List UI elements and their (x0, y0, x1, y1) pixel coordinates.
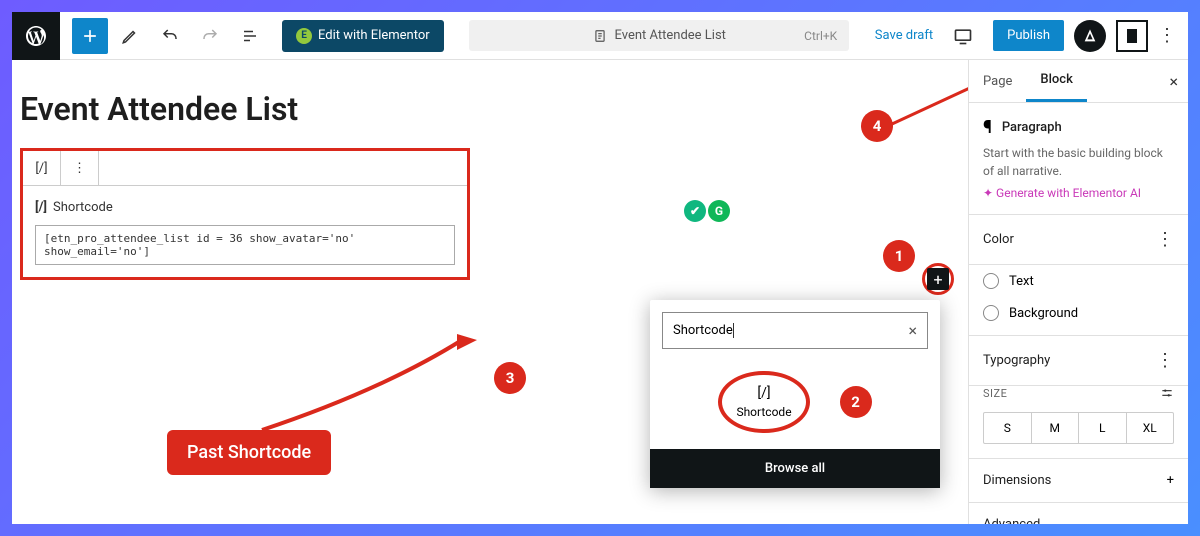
close-sidebar-icon[interactable]: × (1169, 72, 1178, 91)
size-s[interactable]: S (984, 413, 1032, 443)
annotation-arrow-3 (232, 330, 492, 440)
shortcode-text: Shortcode (53, 200, 113, 215)
wordpress-logo[interactable] (12, 12, 60, 60)
document-outline-button[interactable] (232, 18, 268, 54)
color-section-header[interactable]: Color ⋮ (969, 215, 1188, 265)
size-buttons: S M L XL (983, 412, 1174, 444)
undo-button[interactable] (152, 18, 188, 54)
block-search-input[interactable]: Shortcode × (662, 312, 928, 349)
size-m[interactable]: M (1032, 413, 1080, 443)
annotation-badge-2: 2 (840, 386, 872, 418)
advanced-title: Advanced (983, 517, 1040, 524)
document-icon (593, 29, 607, 43)
text-color-swatch[interactable] (983, 273, 999, 289)
preview-button[interactable] (945, 18, 981, 54)
bg-color-label: Background (1009, 306, 1078, 321)
annotation-badge-1: 1 (883, 240, 915, 272)
elementor-label: Edit with Elementor (318, 28, 430, 43)
dimensions-section[interactable]: Dimensions + (969, 459, 1188, 503)
plus-icon[interactable]: + (1167, 473, 1174, 488)
shortcode-result-highlight[interactable]: [/] Shortcode (718, 371, 809, 433)
advanced-section[interactable]: Advanced ⌄ (969, 503, 1188, 524)
redo-button[interactable] (192, 18, 228, 54)
save-draft-link[interactable]: Save draft (875, 28, 933, 43)
block-inserter-popup: Shortcode × [/] Shortcode 2 Browse all (650, 300, 940, 488)
add-block-inline[interactable]: + (922, 263, 954, 295)
shortcode-block-highlight: [/] ⋮ [/] Shortcode [etn_pro_attendee_li… (20, 148, 470, 280)
helper-badges-top: ✔ G (684, 200, 730, 222)
typography-options-icon[interactable]: ⋮ (1156, 350, 1174, 371)
tab-block[interactable]: Block (1026, 60, 1086, 102)
size-label: SIZE (983, 387, 1007, 400)
paragraph-icon: ¶ (983, 117, 992, 138)
typography-section-header[interactable]: Typography ⋮ (969, 336, 1188, 386)
search-value: Shortcode (673, 323, 733, 338)
dimensions-title: Dimensions (983, 473, 1051, 488)
color-title: Color (983, 232, 1014, 247)
annotation-label: Past Shortcode (167, 430, 331, 475)
grammarly-icon[interactable]: G (708, 200, 730, 222)
size-xl[interactable]: XL (1127, 413, 1174, 443)
typography-title: Typography (983, 353, 1050, 368)
shortcode-result-label: Shortcode (736, 405, 791, 419)
page-title-bar[interactable]: Event Attendee List Ctrl+K (469, 20, 849, 51)
shortcode-input[interactable]: [etn_pro_attendee_list id = 36 show_avat… (35, 225, 455, 265)
chevron-down-icon[interactable]: ⌄ (1163, 517, 1174, 524)
edit-icon[interactable] (112, 18, 148, 54)
yoast-icon[interactable]: ✔ (684, 200, 706, 222)
annotation-badge-3: 3 (494, 362, 526, 394)
astra-icon[interactable] (1074, 20, 1106, 52)
block-description: Start with the basic building block of a… (983, 144, 1174, 180)
shortcode-icon-cell[interactable]: [/] (23, 151, 61, 185)
annotation-badge-4: 4 (861, 110, 893, 142)
block-options-cell[interactable]: ⋮ (61, 151, 99, 185)
top-toolbar: E Edit with Elementor Event Attendee Lis… (12, 12, 1188, 60)
block-info-panel: ¶ Paragraph Start with the basic buildin… (969, 103, 1188, 215)
size-l[interactable]: L (1079, 413, 1127, 443)
shortcode-bracket-icon: [/] (35, 200, 47, 215)
settings-sidebar: Page Block × ¶ Paragraph Start with the … (968, 60, 1188, 524)
clear-search-icon[interactable]: × (908, 321, 917, 340)
more-options-button[interactable]: ⋮ (1158, 25, 1176, 46)
add-block-button[interactable] (72, 18, 108, 54)
block-type-name: Paragraph (1002, 120, 1062, 135)
bg-color-swatch[interactable] (983, 305, 999, 321)
sidebar-tabs: Page Block × (969, 60, 1188, 103)
page-title-text: Event Attendee List (615, 28, 726, 43)
edit-elementor-button[interactable]: E Edit with Elementor (282, 20, 444, 52)
color-options-icon[interactable]: ⋮ (1156, 229, 1174, 250)
size-settings-icon[interactable] (1160, 386, 1174, 400)
keyboard-shortcut: Ctrl+K (804, 29, 837, 43)
browse-all-button[interactable]: Browse all (650, 449, 940, 488)
publish-button[interactable]: Publish (993, 20, 1064, 51)
elementor-ai-link[interactable]: ✦ Generate with Elementor AI (983, 186, 1174, 200)
text-color-label: Text (1009, 274, 1034, 289)
shortcode-block-label: [/] Shortcode (23, 186, 467, 225)
color-bg-row[interactable]: Background (969, 297, 1188, 336)
page-heading[interactable]: Event Attendee List (20, 90, 960, 128)
color-text-row[interactable]: Text (969, 265, 1188, 297)
tab-page[interactable]: Page (969, 62, 1026, 101)
settings-panel-toggle[interactable] (1116, 20, 1148, 52)
shortcode-result-icon: [/] (757, 385, 770, 401)
elementor-icon: E (296, 28, 312, 44)
editor-canvas: Event Attendee List [/] ⋮ [/] Shortcode … (12, 60, 968, 524)
